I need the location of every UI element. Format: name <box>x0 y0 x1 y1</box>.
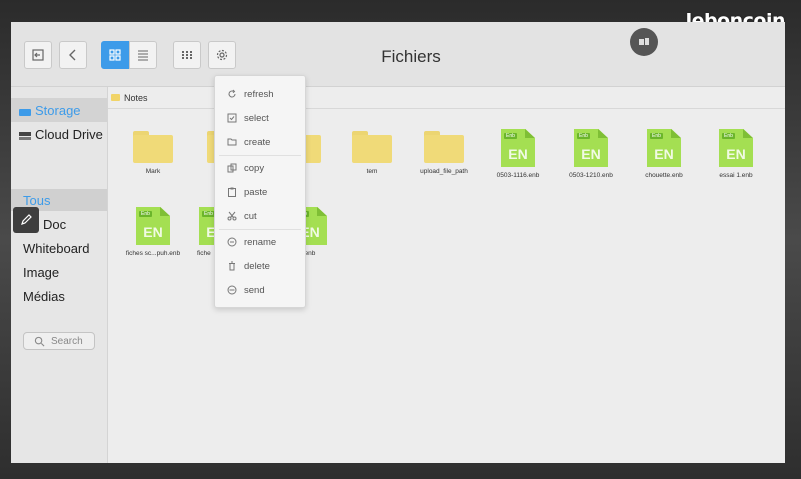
chevron-left-icon <box>69 49 76 61</box>
file-tile[interactable]: upload_file_path <box>407 131 481 175</box>
category-medias[interactable]: Médias <box>11 285 107 307</box>
gear-icon <box>216 49 228 61</box>
folder-icon <box>352 131 392 163</box>
menu-item-label: copy <box>244 162 265 174</box>
sidebar-item-cloud-drive[interactable]: Cloud Drive <box>11 122 107 146</box>
search-placeholder: Search <box>51 335 83 347</box>
checkbox-icon <box>227 113 237 123</box>
menu-item-send[interactable]: send <box>215 278 305 302</box>
menu-item-rename[interactable]: rename <box>215 230 305 254</box>
breadcrumb: Notes <box>108 87 785 109</box>
enb-file-icon: EnbEN <box>647 129 681 167</box>
list-icon <box>138 50 148 61</box>
enb-file-icon: EnbEN <box>574 129 608 167</box>
file-name: upload_file_path <box>420 168 468 175</box>
folder-icon <box>111 94 120 101</box>
cloud-drive-icon <box>19 129 31 140</box>
pen-tool-button[interactable] <box>13 207 39 233</box>
settings-button[interactable] <box>208 41 236 69</box>
menu-item-label: send <box>244 284 265 296</box>
back-button[interactable] <box>59 41 87 69</box>
menu-item-delete[interactable]: delete <box>215 254 305 278</box>
exit-icon <box>32 49 44 61</box>
scissors-icon <box>227 211 237 221</box>
file-name: essai 1.enb <box>719 172 753 179</box>
search-icon <box>34 336 45 346</box>
menu-item-cut[interactable]: cut <box>215 204 305 228</box>
file-tile[interactable]: tem <box>335 131 409 175</box>
storage-icon <box>19 105 31 116</box>
file-name: tem <box>366 168 378 175</box>
apps-button[interactable] <box>173 41 201 69</box>
menu-item-label: cut <box>244 210 257 222</box>
avatar[interactable] <box>630 28 658 56</box>
context-menu: refresh select create copy paste cut ren… <box>214 75 306 308</box>
exit-button[interactable] <box>24 41 52 69</box>
apps-grid-icon <box>182 51 192 59</box>
file-name: chouette.enb <box>645 172 683 179</box>
cast-icon <box>639 38 649 45</box>
sidebar-item-storage[interactable]: Storage <box>11 98 107 122</box>
menu-item-select[interactable]: select <box>215 106 305 130</box>
trash-icon <box>229 261 235 271</box>
breadcrumb-item[interactable]: Notes <box>124 93 148 103</box>
menu-item-paste[interactable]: paste <box>215 180 305 204</box>
file-name: 0503-1210.enb <box>569 172 613 179</box>
copy-icon <box>227 163 237 173</box>
menu-item-label: rename <box>244 236 277 248</box>
file-tile[interactable]: Mark <box>116 131 190 175</box>
enb-file-icon: EnbEN <box>136 207 170 245</box>
menu-item-refresh[interactable]: refresh <box>215 82 305 106</box>
refresh-icon <box>228 89 236 98</box>
menu-item-label: select <box>244 112 269 124</box>
sidebar-item-label: Cloud Drive <box>35 126 103 142</box>
file-name: 0503-1116.enb <box>496 172 540 179</box>
folder-icon <box>133 131 173 163</box>
menu-item-label: create <box>244 136 271 148</box>
category-whiteboard[interactable]: Whiteboard <box>11 237 107 259</box>
file-tile[interactable]: Enb EN 0503-1210.enb <box>554 129 628 179</box>
file-tile[interactable]: Enb EN chouette.enb <box>627 129 701 179</box>
send-icon <box>227 285 237 295</box>
menu-item-copy[interactable]: copy <box>215 156 305 180</box>
sidebar: Storage Cloud Drive Tous Doc Whiteboard … <box>11 87 108 463</box>
menu-item-create[interactable]: create <box>215 130 305 154</box>
toolbar: Fichiers <box>11 22 785 87</box>
new-folder-icon <box>227 138 237 146</box>
menu-item-label: paste <box>244 186 268 198</box>
grid-icon <box>109 49 121 61</box>
page-title: Fichiers <box>381 47 441 66</box>
category-image[interactable]: Image <box>11 261 107 283</box>
list-view-button[interactable] <box>129 41 157 69</box>
pen-icon <box>21 214 32 225</box>
enb-file-icon: EnbEN <box>719 129 753 167</box>
file-name: Mark <box>145 168 161 175</box>
folder-icon <box>424 131 464 163</box>
screen: Fichiers Storage Cloud Drive Tous Doc Wh… <box>11 22 785 463</box>
file-tile[interactable]: Enb EN essai 1.enb <box>699 129 773 179</box>
paste-icon <box>228 187 236 197</box>
file-tile[interactable]: Enb EN 0503-1116.enb <box>481 129 555 179</box>
search-box[interactable]: Search <box>23 332 95 350</box>
sidebar-item-label: Storage <box>35 102 81 118</box>
menu-item-label: refresh <box>244 88 274 100</box>
grid-view-button[interactable] <box>101 41 129 69</box>
menu-item-label: delete <box>244 260 270 272</box>
rename-icon <box>227 237 237 247</box>
enb-file-icon: EnbEN <box>501 129 535 167</box>
